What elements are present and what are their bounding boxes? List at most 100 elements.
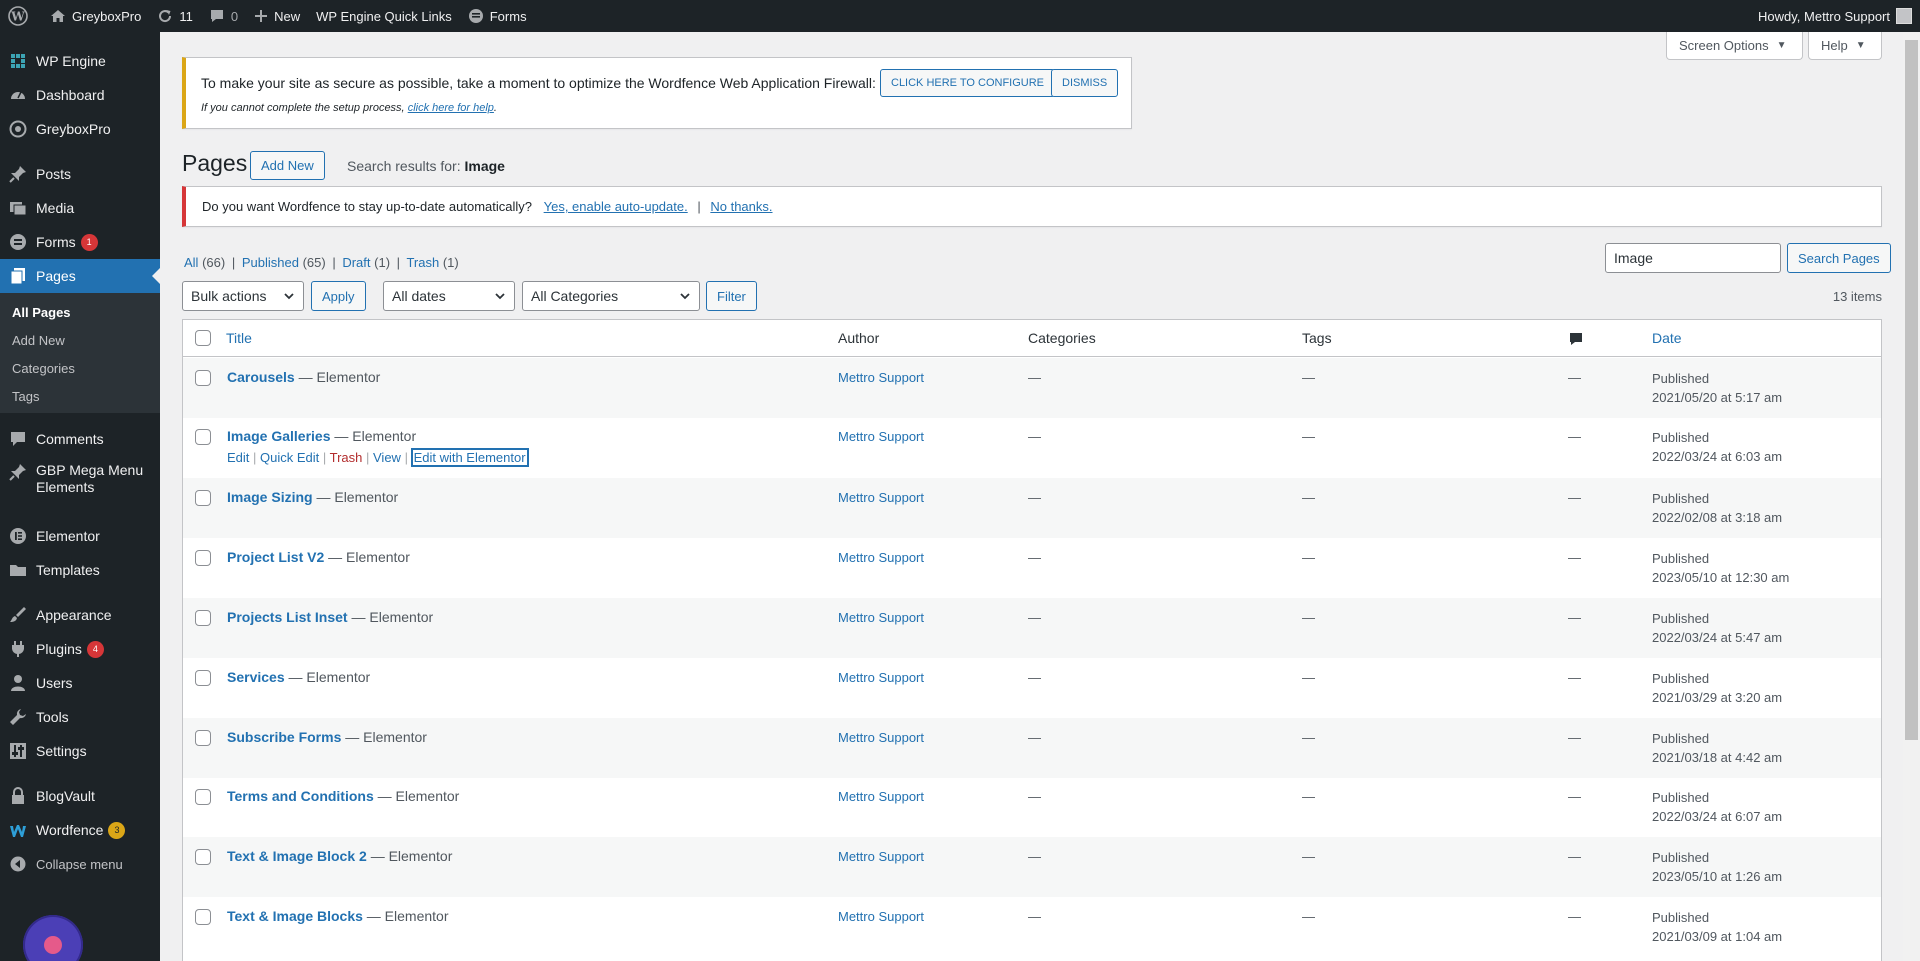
sidebar-item-forms[interactable]: Forms 1 — [0, 225, 160, 259]
page-title-link[interactable]: Project List V2 — [227, 549, 324, 565]
forms-icon — [468, 9, 483, 23]
page-title-link[interactable]: Image Sizing — [227, 489, 313, 505]
sidebar-item-templates[interactable]: Templates — [0, 553, 160, 587]
row-checkbox[interactable] — [195, 730, 211, 746]
sidebar-item-wordfence[interactable]: Wordfence 3 — [0, 813, 160, 847]
author-link[interactable]: Mettro Support — [838, 370, 924, 385]
forms-link[interactable]: Forms — [460, 0, 535, 32]
sidebar-item-media[interactable]: Media — [0, 191, 160, 225]
collapse-menu-button[interactable]: Collapse menu — [0, 847, 160, 881]
page-title-link[interactable]: Image Galleries — [227, 428, 331, 444]
wordpress-logo-icon[interactable]: W — [0, 0, 42, 32]
row-checkbox[interactable] — [195, 849, 211, 865]
my-account[interactable]: Howdy, Mettro Support — [1758, 0, 1920, 32]
avatar — [1896, 8, 1912, 24]
filter-button[interactable]: Filter — [706, 281, 757, 311]
title-column-header[interactable]: Title — [226, 330, 252, 346]
elementor-icon — [8, 526, 28, 546]
chevron-down-icon — [495, 293, 505, 300]
view-draft[interactable]: Draft (1) — [342, 255, 390, 270]
sidebar-item-appearance[interactable]: Appearance — [0, 598, 160, 632]
row-checkbox[interactable] — [195, 789, 211, 805]
page-title-link[interactable]: Text & Image Block 2 — [227, 848, 367, 864]
row-checkbox[interactable] — [195, 550, 211, 566]
waf-help-link[interactable]: click here for help — [408, 102, 494, 114]
page-scrollbar[interactable] — [1903, 32, 1920, 961]
comments-link[interactable]: 0 — [201, 0, 246, 32]
view-published[interactable]: Published (65) — [242, 255, 326, 270]
sidebar-item-greyboxpro[interactable]: GreyboxPro — [0, 112, 160, 146]
sidebar-item-elementor[interactable]: Elementor — [0, 519, 160, 553]
sidebar-item-dashboard[interactable]: Dashboard — [0, 78, 160, 112]
author-link[interactable]: Mettro Support — [838, 730, 924, 745]
comment-bubble-icon[interactable] — [1568, 331, 1584, 347]
select-all-checkbox[interactable] — [195, 330, 211, 346]
edit-link[interactable]: Edit — [227, 450, 249, 465]
page-title-link[interactable]: Carousels — [227, 369, 295, 385]
edit-with-elementor-link[interactable]: Edit with Elementor — [411, 449, 528, 466]
dates-filter-select[interactable]: All dates — [383, 281, 515, 311]
enable-auto-update-link[interactable]: Yes, enable auto-update. — [544, 199, 688, 214]
no-thanks-link[interactable]: No thanks. — [710, 199, 772, 214]
sidebar-item-wp-engine[interactable]: WP Engine — [0, 44, 160, 78]
row-checkbox[interactable] — [195, 610, 211, 626]
submenu-tags[interactable]: Tags — [12, 389, 39, 404]
row-checkbox[interactable] — [195, 670, 211, 686]
view-trash[interactable]: Trash (1) — [406, 255, 458, 270]
sidebar-item-users[interactable]: Users — [0, 666, 160, 700]
site-name-link[interactable]: GreyboxPro — [42, 0, 149, 32]
submenu-all-pages[interactable]: All Pages — [12, 305, 71, 320]
new-content-link[interactable]: New — [246, 0, 308, 32]
trash-link[interactable]: Trash — [330, 450, 363, 465]
page-title-link[interactable]: Text & Image Blocks — [227, 908, 363, 924]
dismiss-button[interactable]: DISMISS — [1051, 69, 1119, 97]
wp-engine-quick-links[interactable]: WP Engine Quick Links — [308, 0, 460, 32]
submenu-add-new[interactable]: Add New — [12, 333, 65, 348]
page-title: Pages — [182, 150, 248, 176]
author-link[interactable]: Mettro Support — [838, 550, 924, 565]
author-link[interactable]: Mettro Support — [838, 670, 924, 685]
configure-firewall-button[interactable]: CLICK HERE TO CONFIGURE — [880, 69, 1056, 97]
view-all[interactable]: All (66) — [184, 255, 225, 270]
author-link[interactable]: Mettro Support — [838, 429, 924, 444]
page-title-link[interactable]: Projects List Inset — [227, 609, 348, 625]
screen-options-button[interactable]: Screen Options ▼ — [1666, 32, 1803, 60]
pushpin-icon — [8, 462, 28, 482]
wordfence-update-notice: Do you want Wordfence to stay up-to-date… — [182, 186, 1882, 227]
scrollbar-thumb[interactable] — [1905, 40, 1918, 740]
updates-link[interactable]: 11 — [149, 0, 201, 32]
floating-chat-button[interactable] — [23, 915, 83, 961]
row-checkbox[interactable] — [195, 429, 211, 445]
quick-edit-link[interactable]: Quick Edit — [260, 450, 319, 465]
page-title-link[interactable]: Services — [227, 669, 285, 685]
submenu-categories[interactable]: Categories — [12, 361, 75, 376]
sidebar-item-plugins[interactable]: Plugins 4 — [0, 632, 160, 666]
sidebar-item-tools[interactable]: Tools — [0, 700, 160, 734]
author-link[interactable]: Mettro Support — [838, 610, 924, 625]
sidebar-item-gbp-mega-menu[interactable]: GBP Mega Menu Elements — [0, 455, 160, 497]
categories-filter-select[interactable]: All Categories — [522, 281, 700, 311]
author-link[interactable]: Mettro Support — [838, 909, 924, 924]
view-link[interactable]: View — [373, 450, 401, 465]
greybox-icon — [8, 119, 28, 139]
row-checkbox[interactable] — [195, 909, 211, 925]
author-link[interactable]: Mettro Support — [838, 789, 924, 804]
author-link[interactable]: Mettro Support — [838, 490, 924, 505]
help-button[interactable]: Help ▼ — [1808, 32, 1882, 60]
sidebar-item-posts[interactable]: Posts — [0, 157, 160, 191]
apply-button[interactable]: Apply — [311, 281, 366, 311]
add-new-page-button[interactable]: Add New — [250, 151, 325, 180]
sidebar-item-settings[interactable]: Settings — [0, 734, 160, 768]
sidebar-item-pages[interactable]: Pages — [0, 259, 160, 293]
page-title-link[interactable]: Terms and Conditions — [227, 788, 374, 804]
sidebar-item-comments[interactable]: Comments — [0, 422, 160, 456]
author-link[interactable]: Mettro Support — [838, 849, 924, 864]
sidebar-item-blogvault[interactable]: BlogVault — [0, 779, 160, 813]
date-column-header[interactable]: Date — [1652, 330, 1682, 346]
search-input[interactable]: Image — [1605, 243, 1781, 273]
bulk-actions-select[interactable]: Bulk actions — [182, 281, 304, 311]
search-pages-button[interactable]: Search Pages — [1787, 243, 1891, 273]
row-checkbox[interactable] — [195, 370, 211, 386]
row-checkbox[interactable] — [195, 490, 211, 506]
page-title-link[interactable]: Subscribe Forms — [227, 729, 341, 745]
